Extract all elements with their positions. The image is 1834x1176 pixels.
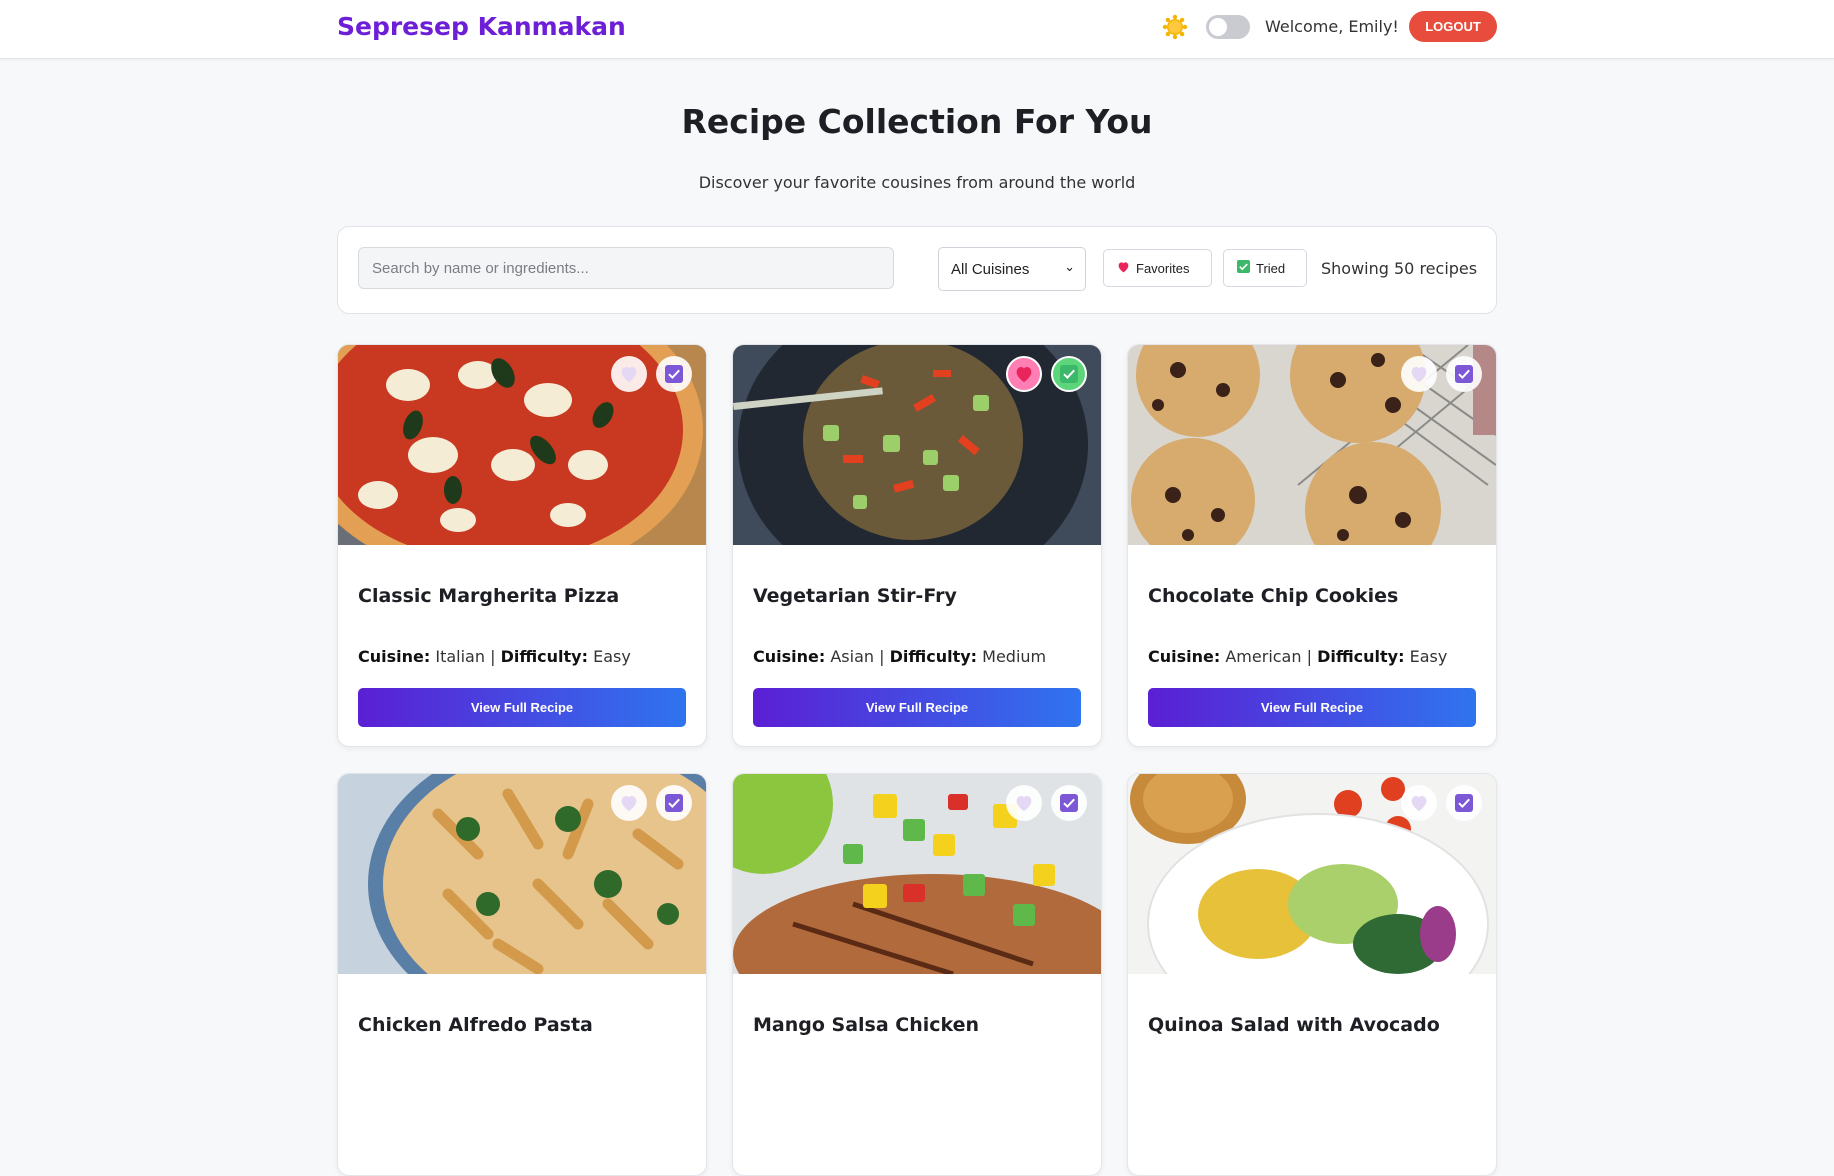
search-input[interactable] xyxy=(358,247,894,289)
sun-icon xyxy=(1162,14,1188,40)
tried-filter-label: Tried xyxy=(1256,260,1286,276)
cuisine-value: Asian xyxy=(830,647,875,666)
toggle-knob xyxy=(1209,18,1227,36)
tried-toggle[interactable] xyxy=(1446,785,1482,821)
recipe-card[interactable]: Chicken Alfredo Pasta xyxy=(337,773,707,1176)
cuisine-label: Cuisine: xyxy=(1148,647,1221,666)
tried-filter-button[interactable]: Tried xyxy=(1223,249,1307,287)
check-box-icon xyxy=(664,364,684,384)
cuisine-value: American xyxy=(1225,647,1302,666)
heart-icon xyxy=(1409,794,1429,812)
heart-icon xyxy=(1014,365,1034,383)
cuisine-value: Italian xyxy=(435,647,485,666)
recipe-image xyxy=(733,774,1101,974)
heart-icon xyxy=(1409,365,1429,383)
difficulty-value: Easy xyxy=(1409,647,1448,666)
chevron-down-icon: ⌄ xyxy=(1064,259,1075,274)
filter-bar: All Cuisines ⌄ Favorites Tried Showing 5… xyxy=(337,226,1497,314)
logout-button[interactable]: LOGOUT xyxy=(1409,11,1497,42)
tried-toggle[interactable] xyxy=(1051,356,1087,392)
tried-toggle[interactable] xyxy=(656,356,692,392)
difficulty-value: Easy xyxy=(593,647,631,666)
page-title: Recipe Collection For You xyxy=(681,102,1153,141)
heart-icon xyxy=(619,794,639,812)
cuisine-select[interactable]: All Cuisines ⌄ xyxy=(938,247,1086,291)
favorites-filter-label: Favorites xyxy=(1136,260,1190,276)
recipe-card[interactable]: Mango Salsa Chicken xyxy=(732,773,1102,1176)
difficulty-label: Difficulty: xyxy=(1317,647,1405,666)
favorite-toggle[interactable] xyxy=(611,785,647,821)
check-box-icon xyxy=(1237,260,1250,276)
recipe-card[interactable]: Classic Margherita Pizza Cuisine: Italia… xyxy=(337,344,707,747)
recipe-image xyxy=(1128,774,1496,974)
favorite-toggle[interactable] xyxy=(1401,785,1437,821)
recipe-title: Quinoa Salad with Avocado xyxy=(1148,1014,1440,1036)
top-navbar: Sepresep Kanmakan Welcome, Emily! LOGOUT xyxy=(0,0,1834,59)
recipe-image xyxy=(338,774,706,974)
recipe-title: Mango Salsa Chicken xyxy=(753,1014,980,1036)
cuisine-label: Cuisine: xyxy=(358,647,431,666)
check-box-icon xyxy=(664,793,684,813)
tried-toggle[interactable] xyxy=(656,785,692,821)
recipe-title: Classic Margherita Pizza xyxy=(358,585,620,607)
cuisine-label: Cuisine: xyxy=(753,647,826,666)
view-recipe-button[interactable]: View Full Recipe xyxy=(358,688,686,727)
difficulty-label: Difficulty: xyxy=(889,647,978,666)
dark-mode-toggle[interactable] xyxy=(1206,15,1250,39)
view-recipe-button[interactable]: View Full Recipe xyxy=(1148,688,1476,727)
tried-toggle[interactable] xyxy=(1446,356,1482,392)
check-box-icon xyxy=(1454,364,1474,384)
welcome-text: Welcome, Emily! xyxy=(1265,17,1399,36)
favorite-toggle[interactable] xyxy=(611,356,647,392)
recipe-meta: Cuisine: Asian | Difficulty: Medium xyxy=(753,647,1047,666)
recipe-title: Vegetarian Stir-Fry xyxy=(753,585,957,607)
recipe-meta: Cuisine: Italian | Difficulty: Easy xyxy=(358,647,631,666)
check-box-icon xyxy=(1454,793,1474,813)
recipe-count: Showing 50 recipes xyxy=(1321,259,1478,278)
brand-logo[interactable]: Sepresep Kanmakan xyxy=(337,12,626,41)
favorite-toggle[interactable] xyxy=(1401,356,1437,392)
favorites-filter-button[interactable]: Favorites xyxy=(1103,249,1212,287)
heart-icon xyxy=(1117,261,1130,276)
page-subtitle: Discover your favorite cousines from aro… xyxy=(698,173,1136,192)
tried-toggle[interactable] xyxy=(1051,785,1087,821)
check-box-icon xyxy=(1059,364,1079,384)
check-box-icon xyxy=(1059,793,1079,813)
heart-icon xyxy=(619,365,639,383)
recipe-card[interactable]: Quinoa Salad with Avocado xyxy=(1127,773,1497,1176)
heart-icon xyxy=(1014,794,1034,812)
favorite-toggle[interactable] xyxy=(1006,356,1042,392)
recipe-card[interactable]: Vegetarian Stir-Fry Cuisine: Asian | Dif… xyxy=(732,344,1102,747)
recipe-card[interactable]: Chocolate Chip Cookies Cuisine: American… xyxy=(1127,344,1497,747)
difficulty-label: Difficulty: xyxy=(500,647,589,666)
cuisine-select-value: All Cuisines xyxy=(951,260,1030,278)
recipe-image xyxy=(338,345,706,545)
recipe-title: Chocolate Chip Cookies xyxy=(1148,585,1399,607)
favorite-toggle[interactable] xyxy=(1006,785,1042,821)
recipe-image xyxy=(1128,345,1496,545)
recipe-meta: Cuisine: American | Difficulty: Easy xyxy=(1148,647,1448,666)
recipe-title: Chicken Alfredo Pasta xyxy=(358,1014,593,1036)
difficulty-value: Medium xyxy=(982,647,1047,666)
recipe-image xyxy=(733,345,1101,545)
view-recipe-button[interactable]: View Full Recipe xyxy=(753,688,1081,727)
